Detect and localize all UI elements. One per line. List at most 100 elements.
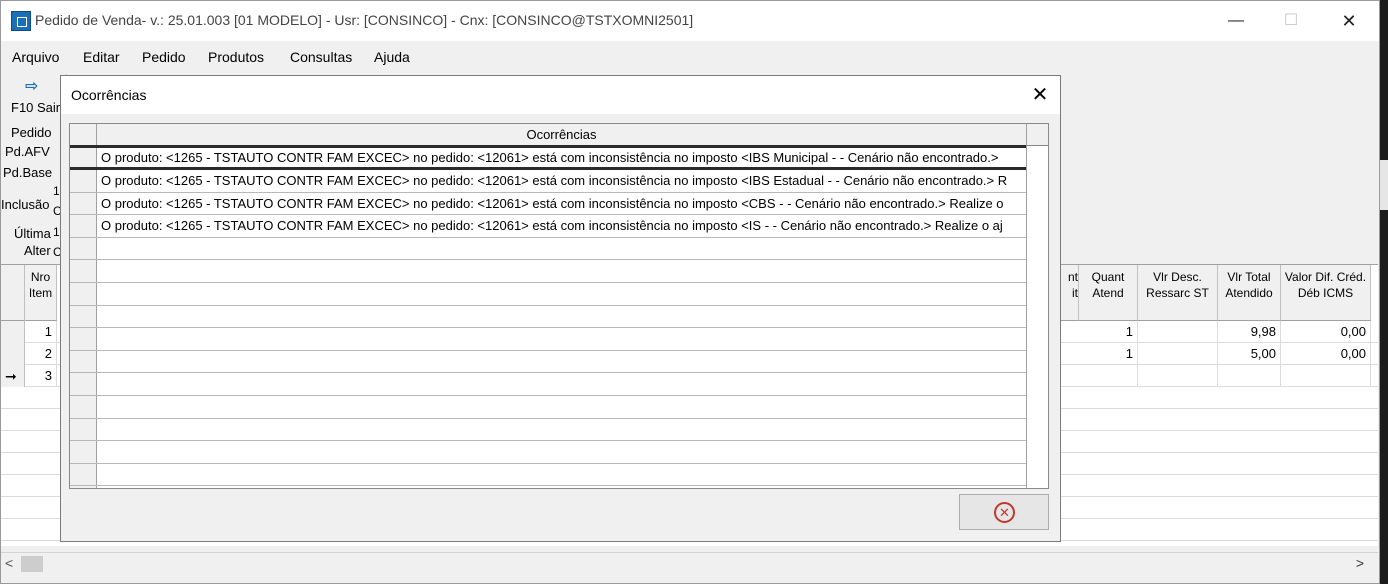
occurrences-dialog: Ocorrências ✕ Ocorrências O produto: <12… <box>60 75 1061 542</box>
grid-header-corner <box>1026 124 1048 146</box>
header-vlr-total[interactable]: Vlr Total Atendido <box>1218 265 1281 321</box>
row-indicator <box>70 418 97 441</box>
cell-vlr-total <box>1218 365 1281 387</box>
occurrence-row-empty <box>70 283 1026 306</box>
row-indicator <box>70 283 97 305</box>
occurrence-text: O produto: <1265 - TSTAUTO CONTR FAM EXC… <box>101 195 1004 211</box>
header-quant-atend[interactable]: Quant Atend <box>1079 265 1138 321</box>
header-ocorrencias[interactable]: Ocorrências <box>97 124 1026 146</box>
cell-valor-dif <box>1281 365 1371 387</box>
label-ultima: Última <box>14 226 51 241</box>
scroll-thumb[interactable] <box>21 556 43 572</box>
row-indicator <box>1 321 25 343</box>
menu-editar[interactable]: Editar <box>83 49 120 65</box>
row-indicator <box>70 192 97 215</box>
grid-corner <box>1 265 25 321</box>
occurrences-grid: Ocorrências O produto: <1265 - TSTAUTO C… <box>69 123 1049 489</box>
occurrence-row-empty <box>70 396 1026 419</box>
row-indicator <box>1 343 25 365</box>
occurrence-row[interactable]: O produto: <1265 - TSTAUTO CONTR FAM EXC… <box>70 192 1026 216</box>
cell-vlr-desc <box>1138 321 1218 343</box>
header-partial-1: nt <box>1067 270 1078 284</box>
cell-vlr-total: 9,98 <box>1218 321 1281 343</box>
maximize-button[interactable]: ☐ <box>1277 8 1305 34</box>
occurrence-text: O produto: <1265 - TSTAUTO CONTR FAM EXC… <box>101 173 1008 188</box>
occurrence-row-empty <box>70 305 1026 329</box>
occurrence-row-empty <box>70 260 1026 283</box>
desktop-fragment <box>1380 160 1388 210</box>
occurrence-row-empty <box>70 418 1026 442</box>
menu-pedido[interactable]: Pedido <box>142 49 186 65</box>
minimize-button[interactable]: — <box>1222 8 1250 34</box>
occurrence-row-empty <box>70 350 1026 374</box>
header-nro-item[interactable]: Nro Item <box>25 265 57 321</box>
row-indicator <box>70 148 97 167</box>
row-indicator <box>70 260 97 282</box>
occurrence-row-empty <box>70 441 1026 464</box>
menu-consultas[interactable]: Consultas <box>290 49 352 65</box>
row-indicator <box>70 328 97 350</box>
menu-bar: Arquivo Editar Pedido Produtos Consultas… <box>1 43 1378 71</box>
row-indicator <box>70 350 97 373</box>
menu-produtos[interactable]: Produtos <box>208 49 264 65</box>
grid-vertical-scrollbar[interactable] <box>1026 146 1048 488</box>
cell-quant: 1 <box>1079 343 1138 365</box>
cell-quant <box>1079 365 1138 387</box>
dialog-title-bar: Ocorrências ✕ <box>61 76 1060 114</box>
occurrence-row-empty <box>70 328 1026 351</box>
label-pd-afv: Pd.AFV <box>5 144 50 159</box>
cell-vlr-desc <box>1138 365 1218 387</box>
row-indicator <box>70 373 97 395</box>
row-indicator <box>70 441 97 463</box>
close-circle-icon: ✕ <box>994 502 1015 523</box>
exit-button[interactable]: ⇨ F10 Sair <box>1 74 67 118</box>
cell-quant: 1 <box>1079 321 1138 343</box>
occurrence-row[interactable]: O produto: <1265 - TSTAUTO CONTR FAM EXC… <box>70 170 1026 193</box>
dialog-close-button[interactable]: ✕ <box>1027 82 1053 108</box>
label-pd-base: Pd.Base <box>3 165 53 180</box>
desktop-background <box>1380 0 1388 584</box>
cell-vlr-desc <box>1138 343 1218 365</box>
scroll-right-icon[interactable]: > <box>1356 555 1364 571</box>
close-window-button[interactable]: ✕ <box>1335 8 1363 34</box>
occurrence-row-empty <box>70 463 1026 487</box>
horizontal-scrollbar[interactable]: < > <box>1 552 1378 574</box>
cell-nro: 1 <box>25 321 57 343</box>
cell-valor-dif: 0,00 <box>1281 343 1371 365</box>
occurrence-text: O produto: <1265 - TSTAUTO CONTR FAM EXC… <box>101 150 999 165</box>
cell-nro: 2 <box>25 343 57 365</box>
occurrence-row-empty <box>70 237 1026 261</box>
exit-icon: ⇨ <box>25 78 39 95</box>
label-pedido: Pedido <box>11 125 52 140</box>
exit-label: F10 Sair <box>11 100 61 115</box>
dialog-title: Ocorrências <box>71 87 147 103</box>
menu-arquivo[interactable]: Arquivo <box>12 49 59 65</box>
occurrence-row-empty <box>70 373 1026 396</box>
occurrence-row[interactable]: O produto: <1265 - TSTAUTO CONTR FAM EXC… <box>70 145 1026 170</box>
header-vlr-desc[interactable]: Vlr Desc. Ressarc ST <box>1138 265 1218 321</box>
row-indicator <box>70 305 97 328</box>
occurrence-text: O produto: <1265 - TSTAUTO CONTR FAM EXC… <box>101 218 1003 234</box>
occurrence-row[interactable]: O produto: <1265 - TSTAUTO CONTR FAM EXC… <box>70 215 1026 238</box>
header-partial-2: it <box>1072 286 1078 300</box>
label-inclusao: Inclusão <box>1 197 50 212</box>
window-title: Pedido de Venda- v.: 25.01.003 [01 MODEL… <box>35 12 694 28</box>
title-bar: Pedido de Venda- v.: 25.01.003 [01 MODEL… <box>1 1 1379 41</box>
row-indicator <box>70 170 97 192</box>
current-row-arrow-icon: ➞ <box>5 368 17 384</box>
label-alter: Alter <box>24 243 51 258</box>
row-indicator <box>70 463 97 486</box>
row-indicator <box>70 396 97 418</box>
close-dialog-button[interactable]: ✕ <box>959 494 1049 530</box>
row-indicator <box>70 215 97 237</box>
label-extra-1: 1 <box>53 184 60 198</box>
header-valor-dif[interactable]: Valor Dif. Créd. Déb ICMS <box>1281 265 1371 321</box>
row-indicator <box>70 237 97 260</box>
label-extra-1b: 1 <box>53 225 60 239</box>
cell-vlr-total: 5,00 <box>1218 343 1281 365</box>
cell-nro: 3 <box>25 365 57 387</box>
app-icon <box>11 11 31 31</box>
menu-ajuda[interactable]: Ajuda <box>374 49 410 65</box>
scroll-left-icon[interactable]: < <box>5 555 13 571</box>
cell-valor-dif: 0,00 <box>1281 321 1371 343</box>
